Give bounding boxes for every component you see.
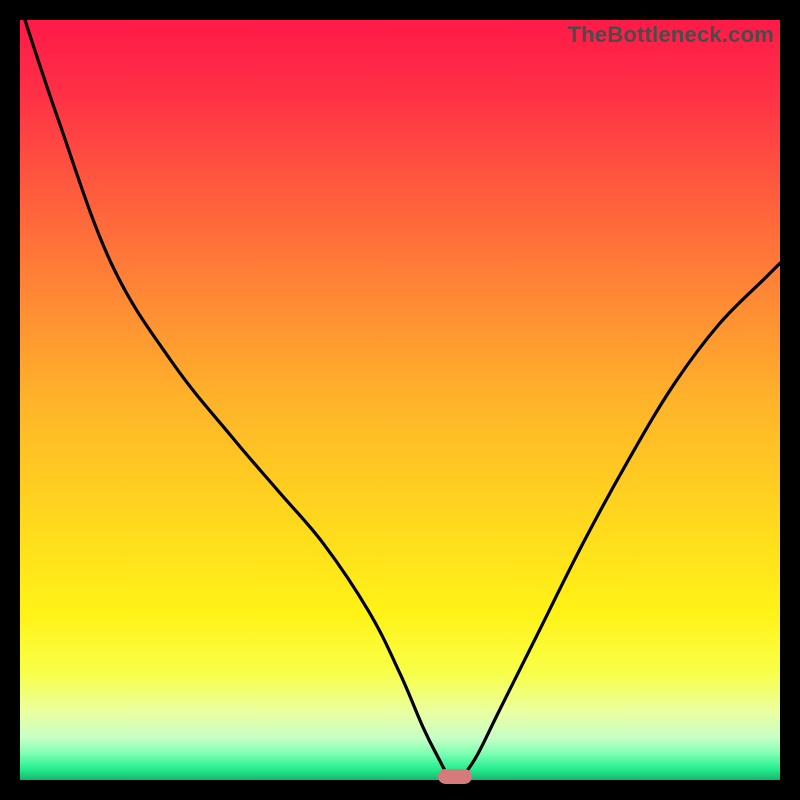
minimum-marker: [438, 769, 472, 784]
bottleneck-curve: [20, 20, 780, 780]
chart-frame: TheBottleneck.com: [20, 20, 780, 780]
